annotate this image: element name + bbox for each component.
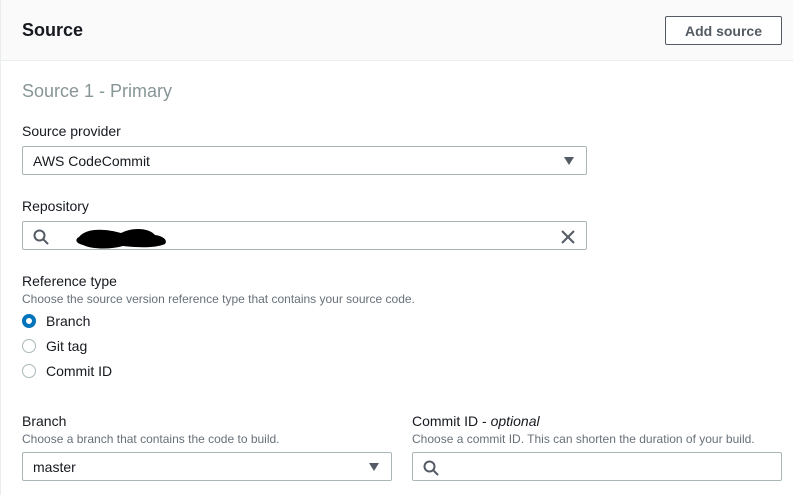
caret-down-icon: [369, 463, 379, 471]
source-provider-select[interactable]: AWS CodeCommit: [22, 146, 587, 175]
search-icon: [423, 460, 439, 476]
commit-id-search-input[interactable]: [412, 452, 782, 481]
commit-id-description: Choose a commit ID. This can shorten the…: [412, 432, 755, 446]
redacted-scribble: [76, 229, 166, 249]
add-source-button[interactable]: Add source: [665, 16, 782, 45]
commit-id-label-separator: -: [478, 413, 491, 429]
branch-label: Branch: [22, 413, 67, 429]
source-section-title: Source 1 - Primary: [22, 81, 173, 101]
source-provider-value: AWS CodeCommit: [33, 152, 150, 169]
source-panel: Source Add source Source 1 - Primary Sou…: [0, 0, 793, 495]
repository-label: Repository: [22, 198, 89, 214]
reference-type-label: Reference type: [22, 273, 117, 289]
source-provider-label: Source provider: [22, 123, 121, 139]
search-icon: [33, 229, 49, 245]
radio-button-checked[interactable]: [22, 314, 36, 328]
radio-git-tag-label: Git tag: [46, 338, 88, 354]
branch-select[interactable]: master: [22, 452, 392, 481]
branch-description: Choose a branch that contains the code t…: [22, 432, 280, 446]
panel-header: Source Add source: [1, 0, 793, 61]
radio-commit-id[interactable]: Commit ID: [22, 363, 112, 379]
radio-branch[interactable]: Branch: [22, 313, 90, 329]
radio-button[interactable]: [22, 364, 36, 378]
commit-id-label: Commit ID - optional: [412, 413, 540, 429]
radio-commit-id-label: Commit ID: [46, 363, 113, 379]
radio-button[interactable]: [22, 339, 36, 353]
radio-branch-label: Branch: [46, 313, 91, 329]
panel-title: Source: [22, 20, 84, 40]
repository-search-input[interactable]: [22, 221, 587, 250]
close-icon[interactable]: [560, 229, 576, 245]
reference-type-description: Choose the source version reference type…: [22, 292, 415, 306]
radio-git-tag[interactable]: Git tag: [22, 338, 87, 354]
commit-id-label-text: Commit ID: [412, 413, 479, 429]
optional-tag: optional: [490, 413, 540, 429]
caret-down-icon: [564, 157, 574, 165]
branch-value: master: [33, 458, 76, 475]
